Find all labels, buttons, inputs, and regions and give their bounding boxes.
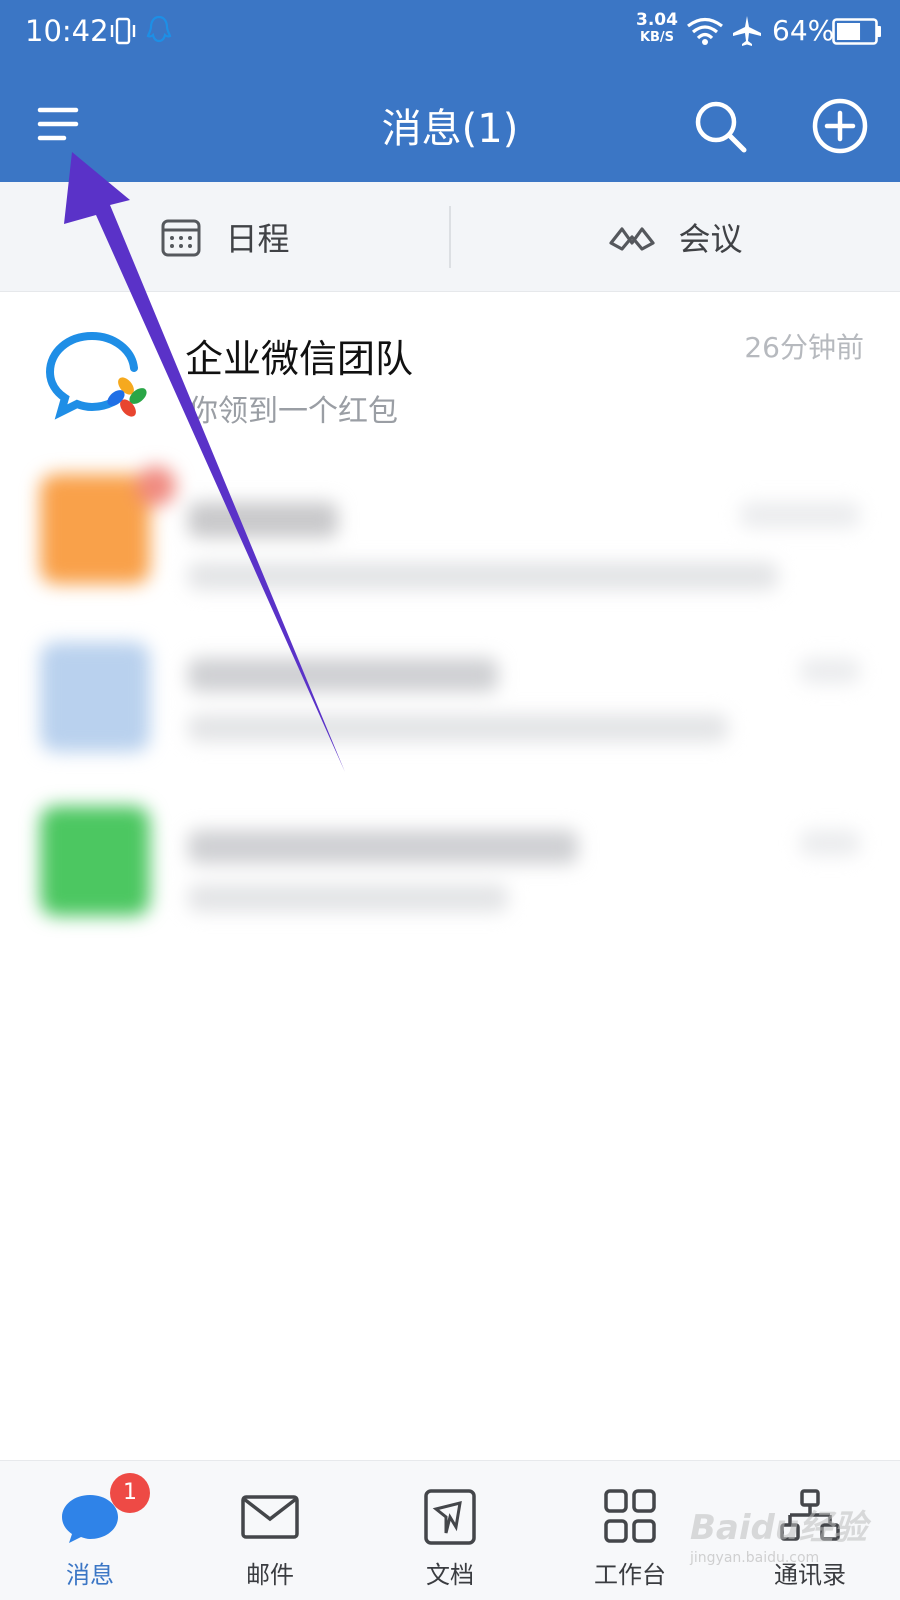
message-item-obscured[interactable] <box>0 802 900 972</box>
unread-badge: 1 <box>110 1473 150 1513</box>
network-speed: 3.04 KB/S <box>634 10 680 45</box>
nav-label: 邮件 <box>246 1561 294 1589</box>
watermark-url: jingyan.baidu.com <box>690 1550 820 1566</box>
qq-notification-icon <box>146 15 172 43</box>
page-title: 消息(1) <box>381 106 519 152</box>
nav-label: 消息 <box>66 1561 114 1589</box>
battery-icon <box>832 18 881 45</box>
obscured-avatar <box>40 474 150 584</box>
obscured-time <box>800 658 860 684</box>
network-speed-value: 3.04 <box>636 10 678 30</box>
wifi-icon <box>687 17 723 45</box>
message-item-obscured[interactable] <box>0 462 900 632</box>
message-item-obscured[interactable] <box>0 632 900 802</box>
add-button[interactable] <box>810 96 870 156</box>
message-title: 企业微信团队 <box>185 337 414 381</box>
network-speed-unit: KB/S <box>639 30 675 45</box>
grid-icon <box>604 1489 656 1543</box>
obscured-preview <box>188 714 728 742</box>
top-bar: 10:42 3.04 KB/S 64% 消息(1) <box>0 0 900 182</box>
obscured-title <box>188 502 338 538</box>
shortcut-row: 日程 会议 <box>0 182 900 292</box>
nav-label: 文档 <box>426 1561 474 1589</box>
status-bar: 10:42 3.04 KB/S 64% <box>0 0 900 64</box>
schedule-shortcut[interactable]: 日程 <box>0 182 449 292</box>
nav-item-mail[interactable]: 邮件 <box>180 1461 360 1600</box>
search-button[interactable] <box>690 96 750 156</box>
battery-percent: 64% <box>772 14 835 47</box>
obscured-avatar <box>40 642 150 752</box>
obscured-title <box>188 658 498 692</box>
wecom-logo-icon <box>45 332 147 420</box>
status-time: 10:42 <box>25 14 109 48</box>
obscured-avatar <box>40 806 150 916</box>
nav-item-messages[interactable]: 1 消息 <box>0 1461 180 1600</box>
schedule-label: 日程 <box>225 220 290 258</box>
nav-item-docs[interactable]: 文档 <box>360 1461 540 1600</box>
mail-icon <box>241 1495 299 1539</box>
obscured-preview <box>188 884 508 912</box>
vibrate-icon <box>110 17 136 45</box>
meeting-shortcut[interactable]: 会议 <box>451 182 900 292</box>
obscured-preview <box>188 562 778 590</box>
meeting-icon <box>609 227 656 251</box>
document-icon <box>424 1489 476 1545</box>
calendar-icon <box>161 219 201 257</box>
message-preview: 你领到一个红包 <box>188 394 398 429</box>
obscured-title <box>188 830 578 864</box>
obscured-time <box>800 830 860 856</box>
message-time: 26分钟前 <box>744 331 864 364</box>
obscured-time <box>740 502 860 528</box>
watermark-logo: Baidu经验 <box>690 1508 868 1548</box>
meeting-label: 会议 <box>678 220 743 258</box>
airplane-mode-icon <box>733 16 761 46</box>
message-item-wecom-team[interactable]: 企业微信团队 你领到一个红包 26分钟前 <box>0 292 900 462</box>
obscured-badge <box>136 466 176 506</box>
